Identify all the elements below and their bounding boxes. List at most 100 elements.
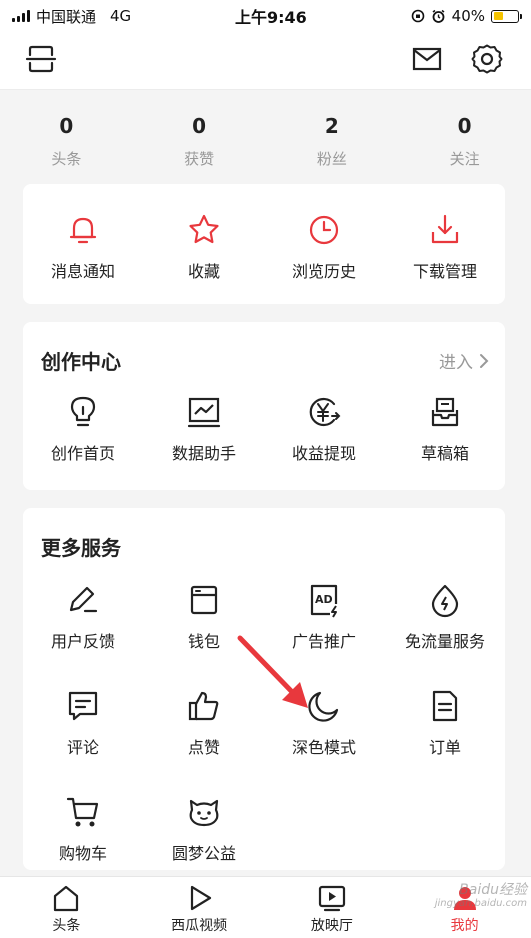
signal-icon [12, 10, 30, 22]
service-feedback[interactable]: 用户反馈 [23, 582, 143, 652]
more-services-title: 更多服务 [41, 536, 121, 560]
creation-home[interactable]: 创作首页 [23, 394, 143, 464]
service-label: 评论 [66, 738, 99, 757]
stat-followers[interactable]: 2 粉丝 [266, 90, 399, 174]
video-icon [318, 885, 345, 912]
stat-label: 头条 [51, 150, 82, 168]
service-label: 点赞 [187, 738, 220, 757]
svg-text:AD: AD [315, 593, 333, 606]
quick-action-history[interactable]: 浏览历史 [264, 212, 384, 282]
service-label: 免流量服务 [404, 632, 485, 651]
order-icon [432, 690, 458, 722]
stat-label: 获赞 [184, 150, 215, 168]
service-cart[interactable]: 购物车 [23, 794, 143, 864]
stat-value: 0 [457, 114, 472, 138]
creation-center-card: 创作中心 进入 创作首页 数据助手 收益提现 草稿箱 [23, 322, 505, 490]
stat-value: 0 [59, 114, 74, 138]
quick-action-notifications[interactable]: 消息通知 [23, 212, 143, 282]
battery-percent: 40% [451, 7, 485, 25]
watermark-text: Baidu经验 [459, 882, 527, 898]
drafts-icon [431, 397, 459, 427]
status-left: 中国联通 4G [12, 6, 131, 27]
yen-icon [309, 397, 341, 427]
service-free-data[interactable]: 免流量服务 [385, 582, 505, 652]
service-label: 深色模式 [291, 738, 356, 757]
home-icon [54, 885, 79, 912]
creation-label: 草稿箱 [420, 444, 469, 463]
lightbulb-icon [70, 396, 96, 427]
stat-label: 关注 [449, 150, 480, 168]
alarm-icon [432, 9, 445, 23]
service-charity[interactable]: 圆梦公益 [144, 794, 264, 864]
quick-actions-card: 消息通知 收藏 浏览历史 下载管理 [23, 184, 505, 304]
nav-tab-headlines[interactable]: 头条 [0, 877, 133, 938]
creation-label: 收益提现 [291, 444, 356, 463]
wallet-icon [190, 585, 218, 615]
battery-fill [493, 12, 503, 20]
nav-label: 放映厅 [310, 918, 353, 934]
baidu-jingyan-watermark: Baidu经验 jingyan.baidu.com [434, 882, 527, 910]
scan-icon[interactable] [24, 42, 58, 76]
stat-value: 2 [324, 114, 339, 138]
service-label: 订单 [428, 738, 461, 757]
service-label: 用户反馈 [50, 632, 115, 651]
thumbs-up-icon [188, 691, 219, 721]
carrier-name: 中国联通 [36, 7, 97, 26]
play-icon [191, 885, 212, 911]
pen-icon [69, 586, 98, 613]
clock-icon [309, 215, 339, 245]
stat-value: 0 [192, 114, 207, 138]
ad-icon: AD [310, 584, 338, 618]
orientation-lock-icon [411, 9, 424, 23]
cart-icon [66, 797, 99, 827]
bottom-nav: 头条 西瓜视频 放映厅 我的 Baidu经验 jingyan.baidu.com [0, 876, 531, 938]
creation-label: 创作首页 [50, 444, 115, 463]
quick-action-favorites[interactable]: 收藏 [144, 212, 264, 282]
stat-following[interactable]: 0 关注 [398, 90, 531, 174]
charity-icon [189, 799, 219, 827]
stat-likes[interactable]: 0 获赞 [133, 90, 266, 174]
quick-action-label: 收藏 [187, 262, 220, 281]
creation-data-assistant[interactable]: 数据助手 [144, 394, 264, 464]
quick-action-label: 消息通知 [50, 262, 115, 281]
nav-tab-cinema[interactable]: 放映厅 [266, 877, 399, 938]
creation-center-enter-link[interactable]: 进入 [439, 348, 489, 373]
status-bar: 中国联通 4G 上午9:46 40% [0, 0, 531, 32]
download-icon [431, 214, 459, 244]
status-right: 40% [411, 7, 522, 25]
quick-action-label: 下载管理 [412, 262, 477, 281]
quick-action-label: 浏览历史 [291, 262, 356, 281]
nav-tab-mine[interactable]: 我的 Baidu经验 jingyan.baidu.com [398, 877, 531, 938]
star-icon [189, 214, 219, 244]
status-time: 上午9:46 [235, 8, 307, 27]
quick-action-downloads[interactable]: 下载管理 [385, 212, 505, 282]
annotation-arrow-icon [237, 635, 308, 708]
nav-label: 头条 [52, 918, 81, 934]
stat-articles[interactable]: 0 头条 [0, 90, 133, 174]
creation-drafts[interactable]: 草稿箱 [385, 394, 505, 464]
enter-label: 进入 [439, 353, 473, 373]
stat-label: 粉丝 [316, 150, 347, 168]
service-comments[interactable]: 评论 [23, 688, 143, 758]
service-label: 钱包 [187, 632, 220, 651]
chevron-right-icon [480, 353, 489, 368]
drop-icon [431, 584, 459, 618]
creation-center-title: 创作中心 [41, 350, 121, 374]
service-orders[interactable]: 订单 [385, 688, 505, 758]
service-label: 圆梦公益 [171, 844, 236, 863]
creation-earnings[interactable]: 收益提现 [264, 394, 384, 464]
profile-stats: 0 头条 0 获赞 2 粉丝 0 关注 [0, 90, 531, 174]
nav-label: 我的 [450, 918, 479, 934]
creation-label: 数据助手 [171, 444, 236, 463]
chart-icon [187, 397, 221, 428]
bell-icon [69, 217, 97, 244]
mail-icon[interactable] [410, 42, 444, 76]
gear-icon[interactable] [470, 42, 504, 76]
nav-tab-xigua-video[interactable]: 西瓜视频 [133, 877, 266, 938]
network-type: 4G [110, 7, 132, 25]
app-header [0, 32, 531, 90]
service-label: 购物车 [58, 844, 107, 863]
comment-icon [68, 691, 98, 721]
nav-label: 西瓜视频 [171, 918, 228, 934]
watermark-sub: jingyan.baidu.com [434, 898, 527, 910]
